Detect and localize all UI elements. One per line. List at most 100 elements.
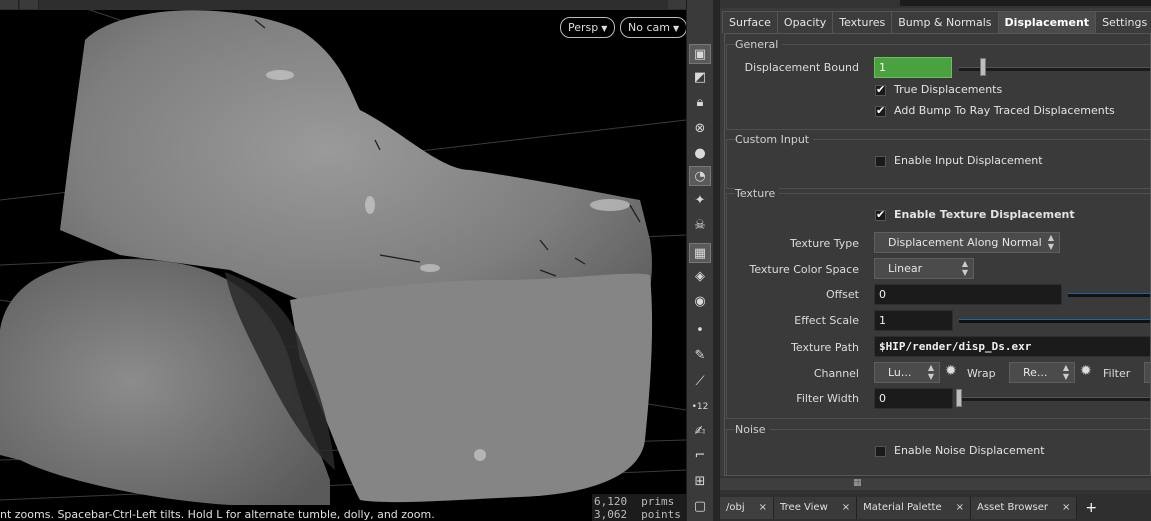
viewport-status-text: nt zooms. Spacebar-Ctrl-Left tilts. Hold… (0, 508, 435, 521)
vertex-12-icon[interactable]: •12 (689, 397, 711, 417)
tab-displacement[interactable]: Displacement (997, 11, 1097, 33)
pane-divider[interactable] (713, 0, 720, 521)
tab-label: /obj (726, 501, 745, 513)
skull-icon[interactable]: ☠ (689, 216, 711, 236)
updown-arrow-icon: ▲ ▼ (1062, 363, 1069, 381)
panel-top-strip (720, 0, 1151, 8)
display-options-icon[interactable]: ▦ (689, 243, 711, 263)
light-icon[interactable]: ✦ (689, 191, 711, 211)
tab-label: Tree View (780, 501, 828, 513)
tab-surface[interactable]: Surface (722, 11, 778, 33)
add-bump-checkbox[interactable] (875, 104, 886, 117)
snapshot-eye-icon[interactable]: ◉ (689, 292, 711, 312)
enable-input-displacement-label: Enable Input Displacement (894, 154, 1043, 167)
offset-slider[interactable] (1068, 293, 1150, 297)
tab-material-palette[interactable]: Material Palette × (857, 496, 971, 519)
updown-arrow-icon: ▲ ▼ (1047, 233, 1054, 251)
tab-obj[interactable]: /obj × (720, 496, 775, 519)
filter-dropdown[interactable] (1144, 362, 1150, 383)
close-icon[interactable]: × (842, 502, 850, 513)
displacement-bound-slider[interactable] (959, 67, 1150, 71)
section-title: Noise (735, 423, 770, 436)
geometry-view-icon[interactable]: ◩ (689, 68, 711, 88)
effect-scale-slider[interactable] (959, 319, 1150, 323)
curve-corner-icon[interactable]: ⌐ (689, 446, 711, 466)
texture-type-dropdown[interactable]: Displacement Along Normal ▲ ▼ (874, 232, 1060, 253)
filter-width-field[interactable]: 0 (874, 388, 953, 409)
filter-width-label: Filter Width (796, 392, 859, 405)
pen-icon[interactable]: ✎ (689, 346, 711, 366)
wrap-value: Re... (1023, 366, 1048, 379)
displacement-bound-label: Displacement Bound (744, 61, 859, 74)
updown-arrow-icon: ▲ ▼ (927, 363, 934, 381)
x-ray-icon[interactable]: ⊗ (689, 119, 711, 139)
viewport-top-strip (0, 0, 686, 10)
channel-label: Channel (813, 367, 859, 380)
view-display-icon[interactable]: ▣ (689, 44, 711, 64)
displacement-bound-field[interactable]: 1 (874, 57, 952, 78)
texture-color-space-label: Texture Color Space (749, 263, 859, 276)
rock-mesh-right (290, 273, 653, 503)
enable-texture-displacement-checkbox[interactable] (875, 208, 886, 221)
close-icon[interactable]: × (759, 502, 767, 513)
expand-icon[interactable] (668, 0, 686, 9)
persp-menu[interactable]: Persp ▼ (560, 17, 616, 38)
displacement-bound-slider-handle[interactable] (980, 58, 986, 76)
offset-field[interactable]: 0 (874, 284, 1062, 305)
light-bulb-icon[interactable]: ◔ (689, 166, 711, 186)
enable-input-displacement-checkbox[interactable] (875, 156, 886, 167)
effect-scale-field[interactable]: 1 (874, 310, 953, 331)
tab-tree-view[interactable]: Tree View × (774, 496, 858, 519)
gear-icon[interactable]: ✹ (945, 363, 957, 379)
texture-type-value: Displacement Along Normal (888, 236, 1042, 249)
tab-settings[interactable]: Settings (1095, 11, 1151, 33)
tab-bump-normals[interactable]: Bump & Normals (891, 11, 999, 33)
add-tab-icon[interactable]: + (1085, 500, 1097, 516)
gear-icon[interactable]: ✹ (1080, 363, 1092, 379)
enable-texture-displacement-label: Enable Texture Displacement (894, 208, 1075, 221)
tab-asset-browser[interactable]: Asset Browser × (970, 496, 1078, 519)
displacement-tab-content: General Displacement Bound 1 True Displa… (724, 33, 1151, 476)
filter-label: Filter (1103, 367, 1131, 380)
horizontal-scrollbar[interactable]: ▦ (720, 476, 1151, 494)
close-icon[interactable]: × (956, 502, 964, 513)
section-title: Texture (735, 187, 780, 200)
scrollbar-track[interactable] (720, 478, 1151, 490)
brush-icon[interactable]: ✍ (689, 422, 711, 442)
viewport-toolbar: ▣ ◩ 🔒︎ ⊗ ● ◔ ✦ ☠ ▦ ◈ ◉ • ✎ ⟋ •12 ✍ ⌐ ⊞ ▢ (686, 0, 714, 521)
true-displacements-checkbox[interactable] (875, 83, 886, 96)
wrap-label: Wrap (967, 367, 996, 380)
grid-icon[interactable]: ⊞ (689, 472, 711, 492)
tab-opacity[interactable]: Opacity (776, 11, 834, 33)
3d-viewport[interactable]: Persp ▼ No cam ▼ nt zooms. Spacebar-Ctrl-L… (0, 0, 686, 521)
tab-textures[interactable]: Textures (832, 11, 893, 33)
frame-icon[interactable]: ▢ (689, 497, 711, 517)
channel-dropdown[interactable]: Lu... ▲ ▼ (874, 362, 940, 383)
close-icon[interactable]: × (1062, 502, 1070, 513)
home-icon[interactable] (0, 0, 19, 9)
node-name-field[interactable] (900, 0, 1151, 6)
texture-path-field[interactable]: $HIP/render/disp_Ds.exr (874, 336, 1150, 357)
filter-width-slider[interactable] (959, 397, 1150, 401)
shading-sphere-icon[interactable]: ● (689, 144, 711, 164)
scrollbar-grip-icon[interactable]: ▦ (853, 478, 862, 488)
lock-icon[interactable]: 🔒︎ (689, 93, 711, 113)
texture-color-space-dropdown[interactable]: Linear ▲ ▼ (874, 258, 974, 279)
channel-value: Lu... (888, 366, 912, 379)
geometry-stats: 6,120 prims 3,062 points (592, 494, 686, 521)
true-displacements-label: True Displacements (894, 83, 1003, 96)
pin-icon[interactable]: ⟋ (689, 372, 711, 392)
stat-unit: points (641, 508, 681, 521)
chevron-down-icon: ▼ (601, 24, 608, 33)
dot-icon[interactable]: • (689, 321, 711, 341)
tab-label: Asset Browser (976, 501, 1049, 513)
filter-width-slider-handle[interactable] (956, 389, 962, 407)
stat-value: 6,120 (594, 495, 628, 508)
camera-menu[interactable]: No cam ▼ (620, 17, 686, 38)
tab-label: Material Palette (863, 501, 942, 513)
search-icon[interactable] (20, 0, 39, 9)
add-bump-label: Add Bump To Ray Traced Displacements (894, 104, 1115, 117)
camera-eye-icon[interactable]: ◈ (689, 267, 711, 287)
enable-noise-displacement-checkbox[interactable] (875, 446, 886, 457)
wrap-dropdown[interactable]: Re... ▲ ▼ (1009, 362, 1075, 383)
